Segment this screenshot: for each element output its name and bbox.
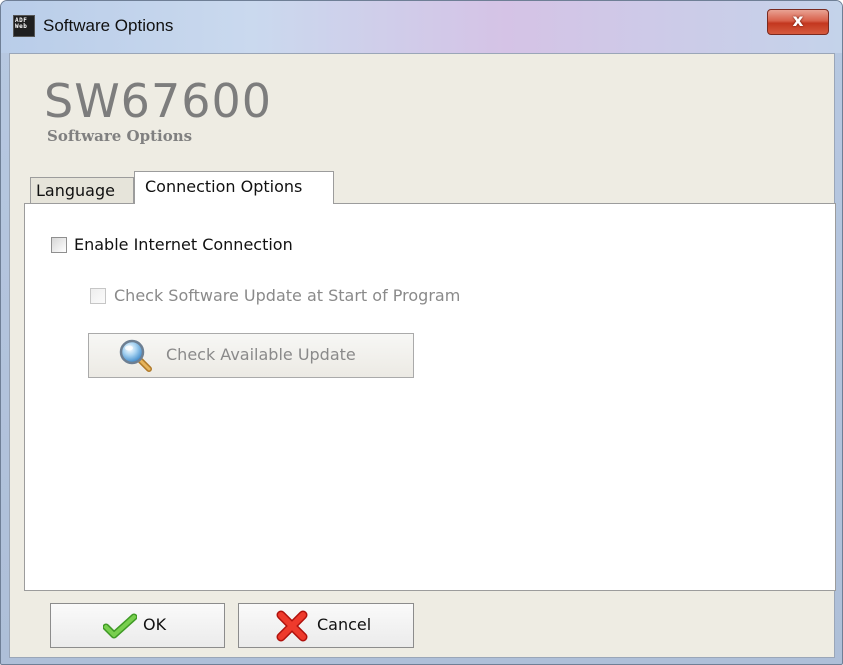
product-name: SW67600: [44, 74, 273, 128]
enable-internet-checkbox[interactable]: [51, 237, 67, 253]
product-subtitle: Software Options: [47, 127, 193, 145]
software-options-window: ADF Web Software Options x SW67600 Softw…: [0, 0, 843, 665]
tab-language-label: Language: [36, 181, 115, 200]
cancel-label: Cancel: [317, 615, 372, 634]
cancel-button[interactable]: Cancel: [238, 603, 414, 648]
enable-internet-label[interactable]: Enable Internet Connection: [74, 235, 293, 255]
magnifier-icon: [119, 339, 152, 372]
check-available-update-label: Check Available Update: [166, 345, 356, 364]
tab-connection-options[interactable]: Connection Options: [134, 171, 334, 204]
window-title: Software Options: [43, 16, 174, 35]
close-button[interactable]: x: [767, 9, 829, 35]
check-update-at-start-checkbox[interactable]: [90, 288, 106, 304]
check-available-update-button[interactable]: Check Available Update: [88, 333, 414, 378]
connection-options-panel: [24, 203, 836, 591]
x-icon: [276, 610, 308, 642]
check-update-at-start-label[interactable]: Check Software Update at Start of Progra…: [114, 286, 460, 306]
title-bar[interactable]: ADF Web Software Options x: [1, 1, 842, 53]
tab-connection-options-label: Connection Options: [145, 177, 303, 196]
ok-label: OK: [143, 615, 167, 634]
check-icon: [103, 613, 137, 639]
app-icon-line-2: Web: [15, 23, 28, 30]
adf-web-app-icon: ADF Web: [13, 15, 35, 37]
tab-language[interactable]: Language: [30, 177, 134, 203]
close-icon: x: [792, 11, 804, 31]
ok-button[interactable]: OK: [50, 603, 225, 648]
